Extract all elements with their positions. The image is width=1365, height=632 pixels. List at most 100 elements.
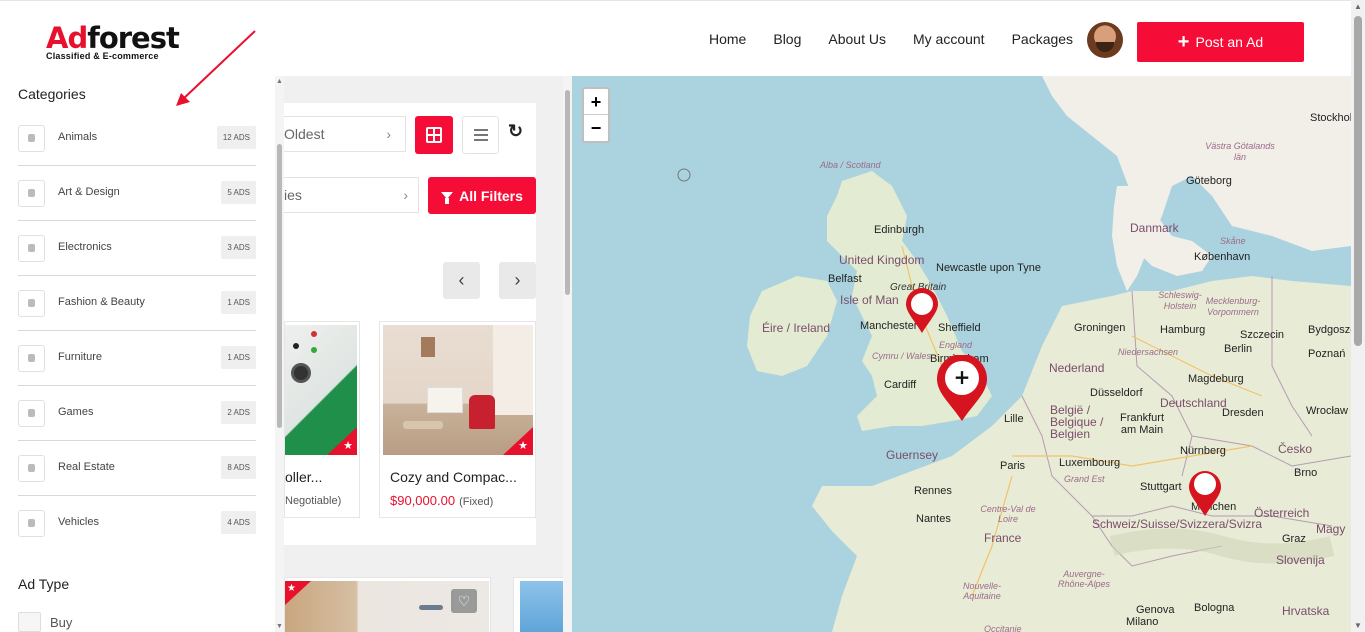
category-select-value: ies — [284, 187, 302, 203]
ad-card-image[interactable]: ★ — [285, 325, 357, 455]
category-icon — [18, 180, 45, 207]
sort-select[interactable]: Oldest › — [284, 116, 406, 152]
map-zoom-control: + − — [582, 87, 610, 143]
category-label: Real Estate — [58, 461, 115, 473]
ad-card-image[interactable]: ★ — [383, 325, 533, 455]
map-marker-icon[interactable] — [1187, 471, 1223, 517]
category-item-real-estate[interactable]: Real Estate 8 ADS — [18, 441, 256, 496]
category-item-electronics[interactable]: Electronics 3 ADS — [18, 221, 256, 276]
all-filters-button[interactable]: All Filters — [428, 177, 536, 214]
map-label: Paris — [1000, 460, 1026, 472]
carousel-prev-button[interactable]: ‹ — [443, 262, 480, 299]
map-label: Nürnberg — [1180, 445, 1226, 457]
map-label: Cymru / Wales — [872, 351, 931, 361]
category-count-badge: 12 ADS — [216, 126, 256, 149]
grid-icon — [426, 127, 442, 143]
category-count-badge: 8 ADS — [221, 456, 256, 479]
map-label: Deutschland — [1160, 396, 1227, 410]
map-label: Mecklenburg-Vorpommern — [1205, 296, 1261, 317]
drawer-scrollbar[interactable]: ▲ ▼ — [275, 76, 284, 632]
grid-view-button[interactable] — [415, 116, 453, 154]
post-ad-button[interactable]: + Post an Ad — [1137, 22, 1304, 62]
category-count-badge: 1 ADS — [221, 346, 256, 369]
map-cluster-marker-icon[interactable]: + — [934, 355, 990, 423]
map-label: Lille — [1004, 413, 1024, 425]
category-icon — [18, 510, 45, 537]
map-label: Magdeburg — [1188, 373, 1244, 385]
user-avatar[interactable] — [1087, 22, 1123, 58]
page-scrollbar[interactable]: ▲ ▼ — [1351, 0, 1365, 632]
map[interactable]: Alba / Scotland Edinburgh United Kingdom… — [572, 76, 1351, 632]
ad-card[interactable]: ★ ♡ — [284, 577, 491, 632]
map-label: Sheffield — [938, 322, 981, 334]
nav-home[interactable]: Home — [709, 31, 746, 47]
category-item-vehicles[interactable]: Vehicles 4 ADS — [18, 496, 256, 551]
map-label: København — [1194, 251, 1251, 263]
nav-my-account[interactable]: My account — [913, 31, 985, 47]
map-label: Nederland — [1049, 361, 1105, 375]
map-label: Västra Götalands län — [1205, 141, 1275, 162]
category-label: Fashion & Beauty — [58, 296, 145, 308]
listing-scrollbar-thumb[interactable] — [565, 90, 570, 295]
zoom-out-button[interactable]: − — [584, 115, 608, 141]
map-label: Nantes — [916, 513, 951, 525]
map-label: England — [939, 340, 973, 350]
scroll-down-icon[interactable]: ▼ — [276, 623, 283, 630]
category-label: Furniture — [58, 351, 103, 363]
ad-card[interactable]: ★ Cozy and Compac... $90,000.00 (Fixed) — [379, 321, 536, 518]
star-icon: ★ — [518, 440, 528, 452]
category-label: Animals — [58, 131, 98, 143]
scroll-up-icon[interactable]: ▲ — [276, 78, 283, 85]
nav-blog[interactable]: Blog — [773, 31, 801, 47]
category-item-games[interactable]: Games 2 ADS — [18, 386, 256, 441]
post-ad-label: Post an Ad — [1195, 34, 1264, 50]
category-item-fashion-beauty[interactable]: Fashion & Beauty 1 ADS — [18, 276, 256, 331]
nav-about-us[interactable]: About Us — [828, 31, 886, 47]
ad-card[interactable] — [513, 577, 564, 632]
category-label: Games — [58, 406, 94, 418]
map-label: Milano — [1126, 616, 1159, 628]
map-label: Alba / Scotland — [820, 160, 881, 170]
logo-brand-ad: Ad — [46, 21, 88, 55]
zoom-in-button[interactable]: + — [584, 89, 608, 115]
ad-card-image[interactable]: ★ ♡ — [285, 581, 489, 632]
heart-icon[interactable]: ♡ — [451, 589, 477, 613]
site-logo[interactable]: Adforest Classified & E-commerce — [46, 21, 180, 61]
map-label: Grand Est — [1064, 474, 1105, 484]
star-icon: ★ — [287, 583, 296, 594]
ad-type-buy-checkbox[interactable] — [18, 612, 41, 632]
page-scrollbar-thumb[interactable] — [1354, 16, 1362, 346]
ad-type-buy-label: Buy — [50, 615, 73, 630]
map-marker-icon[interactable] — [904, 288, 940, 334]
ad-card-title[interactable]: oller... — [285, 469, 322, 485]
ad-card-image[interactable] — [520, 581, 564, 632]
drawer-scrollbar-thumb[interactable] — [277, 144, 282, 428]
nav-packages[interactable]: Packages — [1012, 31, 1073, 47]
ad-card-title[interactable]: Cozy and Compac... — [390, 469, 517, 485]
filter-icon — [441, 192, 454, 204]
listing-scrollbar[interactable] — [563, 76, 572, 632]
map-label: Danmark — [1130, 221, 1179, 235]
category-item-furniture[interactable]: Furniture 1 ADS — [18, 331, 256, 386]
list-view-button[interactable] — [462, 116, 499, 154]
carousel-next-button[interactable]: › — [499, 262, 536, 299]
category-select[interactable]: ies › — [284, 177, 419, 213]
logo-brand-forest: forest — [87, 21, 180, 55]
ad-card[interactable]: ★ oller... Negotiable) — [284, 321, 360, 518]
map-label: Auvergne-Rhône-Alpes — [1057, 569, 1111, 589]
ad-card-price-type: (Fixed) — [459, 496, 494, 508]
map-label: Düsseldorf — [1090, 387, 1143, 399]
page: Adforest Classified & E-commerce Home Bl… — [0, 0, 1365, 632]
map-label: Nouvelle-Aquitaine — [962, 581, 1002, 601]
category-item-art-design[interactable]: Art & Design 5 ADS — [18, 166, 256, 221]
category-icon — [18, 345, 45, 372]
category-item-animals[interactable]: Animals 12 ADS — [18, 111, 256, 166]
refresh-icon[interactable]: ↻ — [508, 121, 523, 142]
category-count-badge: 4 ADS — [221, 511, 256, 534]
scroll-up-icon[interactable]: ▲ — [1354, 2, 1362, 11]
scroll-down-icon[interactable]: ▼ — [1354, 621, 1362, 630]
map-label: Bydgoszcz — [1308, 324, 1351, 336]
map-label: Poznań — [1308, 348, 1346, 360]
map-label: Cardiff — [884, 379, 917, 391]
ad-card-price-value: $90,000.00 — [390, 493, 456, 508]
